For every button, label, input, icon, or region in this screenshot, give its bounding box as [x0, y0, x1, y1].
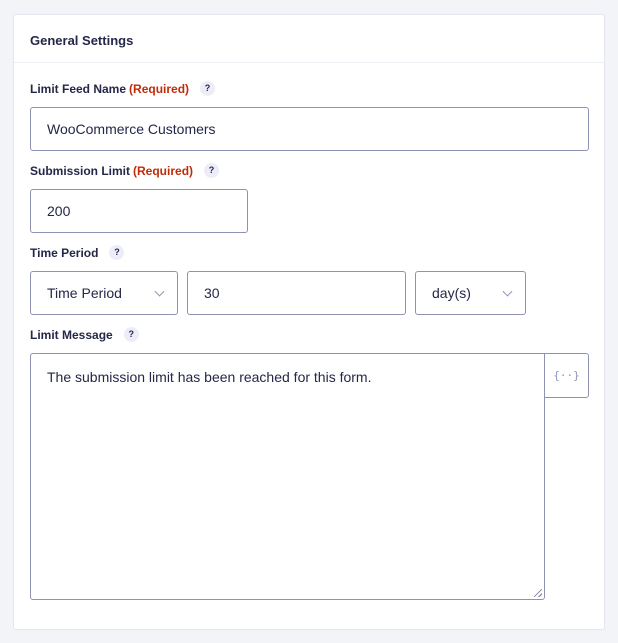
submission-limit-label: Submission Limit: [30, 163, 131, 178]
section-title: General Settings: [14, 15, 604, 63]
chevron-down-icon: [154, 286, 165, 297]
limit-feed-name-input[interactable]: WooCommerce Customers: [30, 107, 589, 151]
time-period-amount-input[interactable]: 30: [187, 271, 406, 315]
limit-message-label-row: Limit Message ?: [30, 327, 139, 342]
limit-feed-name-value: WooCommerce Customers: [47, 121, 216, 137]
limit-feed-name-label-row: Limit Feed Name (Required) ?: [30, 81, 216, 96]
submission-limit-label-row: Submission Limit (Required) ?: [30, 163, 220, 178]
time-period-type-value: Time Period: [47, 285, 122, 301]
limit-message-textarea[interactable]: The submission limit has been reached fo…: [30, 353, 545, 600]
time-period-type-select[interactable]: Time Period: [30, 271, 178, 315]
time-period-amount-value: 30: [204, 285, 220, 301]
required-indicator: (Required): [129, 81, 190, 96]
limit-feed-name-label: Limit Feed Name: [30, 81, 127, 96]
time-period-label-row: Time Period ?: [30, 245, 125, 260]
question-icon[interactable]: ?: [109, 245, 125, 260]
time-period-unit-value: day(s): [432, 285, 471, 301]
required-indicator: (Required): [133, 163, 194, 178]
merge-tags-button[interactable]: {··}: [544, 353, 589, 398]
time-period-unit-select[interactable]: day(s): [415, 271, 526, 315]
limit-message-value: The submission limit has been reached fo…: [47, 369, 372, 385]
limit-message-label: Limit Message: [30, 327, 113, 342]
submission-limit-value: 200: [47, 203, 71, 219]
question-icon[interactable]: ?: [200, 81, 216, 96]
question-icon[interactable]: ?: [204, 163, 220, 178]
merge-tags-icon: {··}: [553, 369, 580, 382]
chevron-down-icon: [502, 286, 513, 297]
general-settings-panel: General Settings Limit Feed Name (Requir…: [13, 14, 605, 630]
resize-handle-icon[interactable]: [534, 589, 542, 597]
time-period-label: Time Period: [30, 245, 99, 260]
question-icon[interactable]: ?: [123, 327, 139, 342]
submission-limit-input[interactable]: 200: [30, 189, 248, 233]
